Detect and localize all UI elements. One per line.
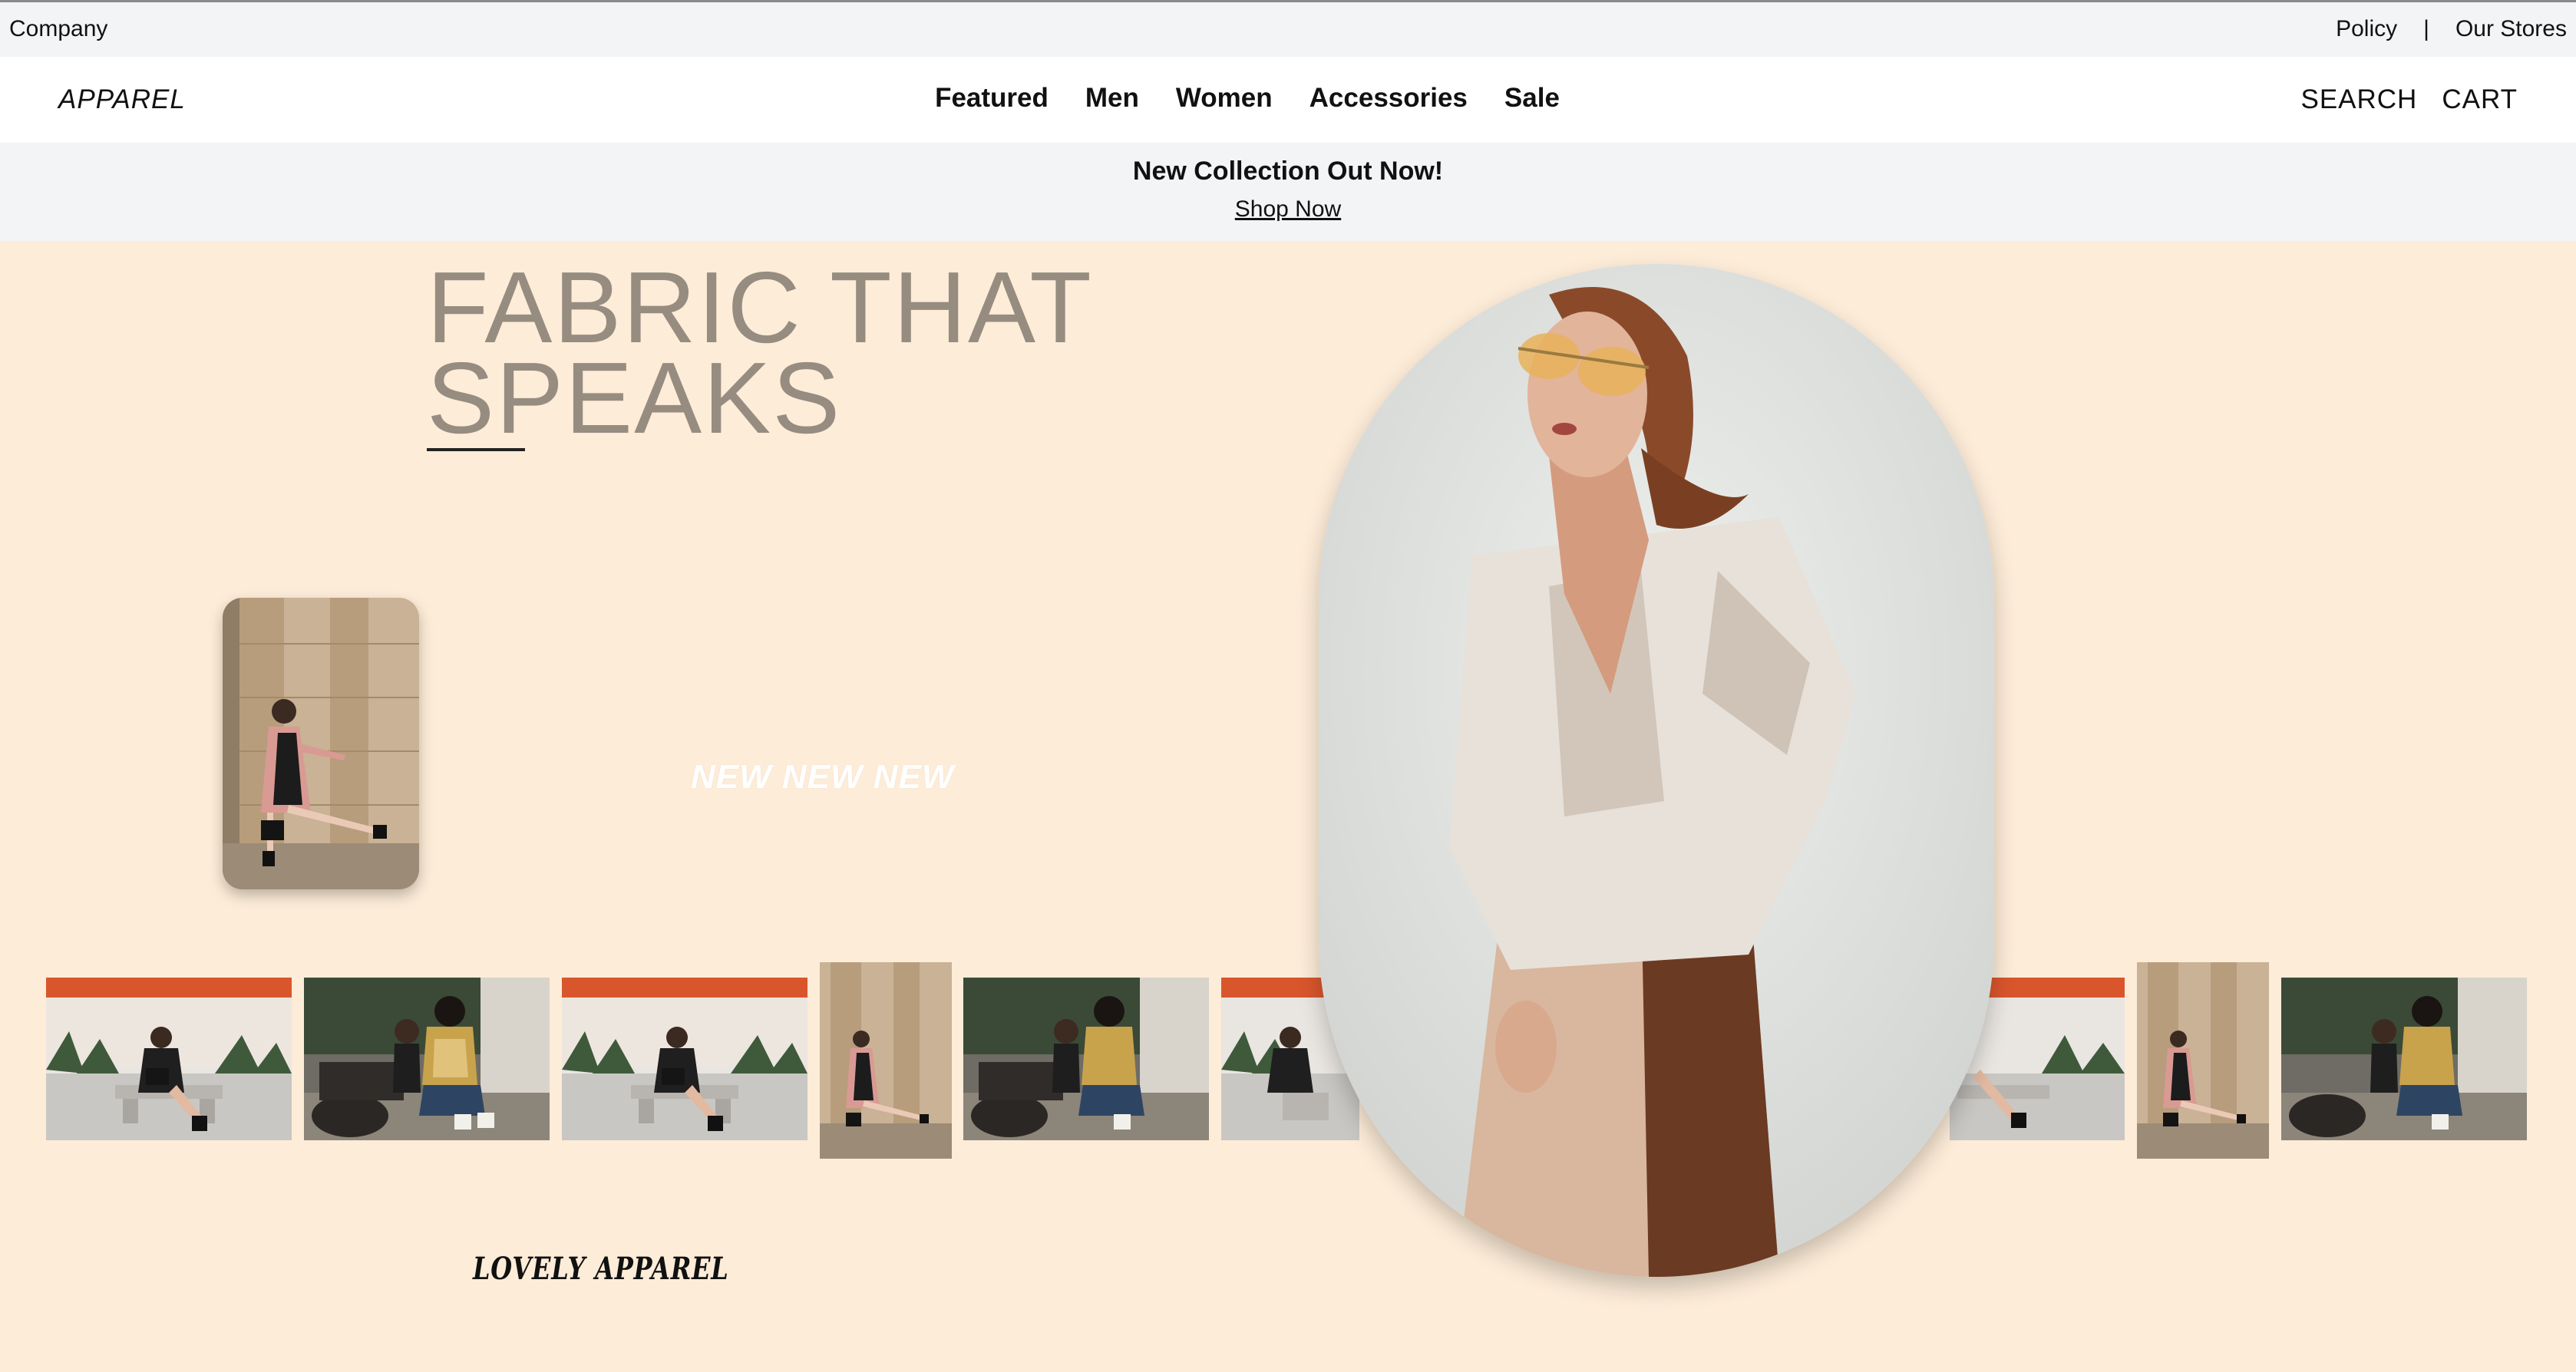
main-navbar: APPAREL Featured Men Women Accessories S… — [0, 57, 2576, 143]
announcement-banner: New Collection Out Now! Shop Now — [0, 143, 2576, 241]
nav-men[interactable]: Men — [1085, 83, 1139, 114]
utility-links: Policy | Our Stores — [2336, 16, 2567, 42]
hero-section: FABRIC THAT SPEAKS NEW NEW NEW LOVELY AP… — [0, 241, 2576, 1372]
new-overlay-text: NEW NEW NEW — [691, 758, 955, 796]
hero-title-line-2: SPEAKS — [427, 341, 842, 454]
cafe-friends-photo-3 — [2281, 978, 2527, 1140]
brand-signature: LOVELY APPAREL — [473, 1251, 729, 1287]
pink-coat-thumb — [820, 962, 952, 1159]
title-underline — [427, 448, 525, 451]
announcement-headline: New Collection Out Now! — [1132, 157, 1444, 186]
bench-photo — [46, 978, 292, 1140]
hero-title: FABRIC THAT SPEAKS — [427, 251, 1118, 454]
main-menu: Featured Men Women Accessories Sale — [0, 83, 2495, 114]
nav-sale[interactable]: Sale — [1504, 83, 1560, 114]
pink-coat-photo — [223, 598, 419, 889]
nav-accessories[interactable]: Accessories — [1309, 83, 1468, 114]
nav-actions: SEARCH CART — [2300, 84, 2518, 115]
our-stores-link[interactable]: Our Stores — [2455, 16, 2567, 42]
search-link[interactable]: SEARCH — [2300, 84, 2417, 115]
cafe-friends-photo — [304, 978, 550, 1140]
utility-separator: | — [2423, 16, 2429, 41]
model-white-shirt-photo — [1319, 264, 1994, 1277]
shop-now-link[interactable]: Shop Now — [0, 196, 2576, 223]
nav-featured[interactable]: Featured — [935, 83, 1049, 114]
policy-link[interactable]: Policy — [2336, 16, 2397, 42]
nav-women[interactable]: Women — [1176, 83, 1273, 114]
cafe-friends-photo-2 — [963, 978, 1209, 1140]
company-link[interactable]: Company — [9, 16, 107, 42]
hero-title-line-1: FABRIC THAT — [427, 251, 1093, 364]
cart-link[interactable]: CART — [2442, 84, 2518, 115]
top-utility-bar: Company Policy | Our Stores — [0, 0, 2576, 57]
pink-coat-thumb-2 — [2137, 962, 2269, 1159]
bench-photo-2 — [562, 978, 807, 1140]
